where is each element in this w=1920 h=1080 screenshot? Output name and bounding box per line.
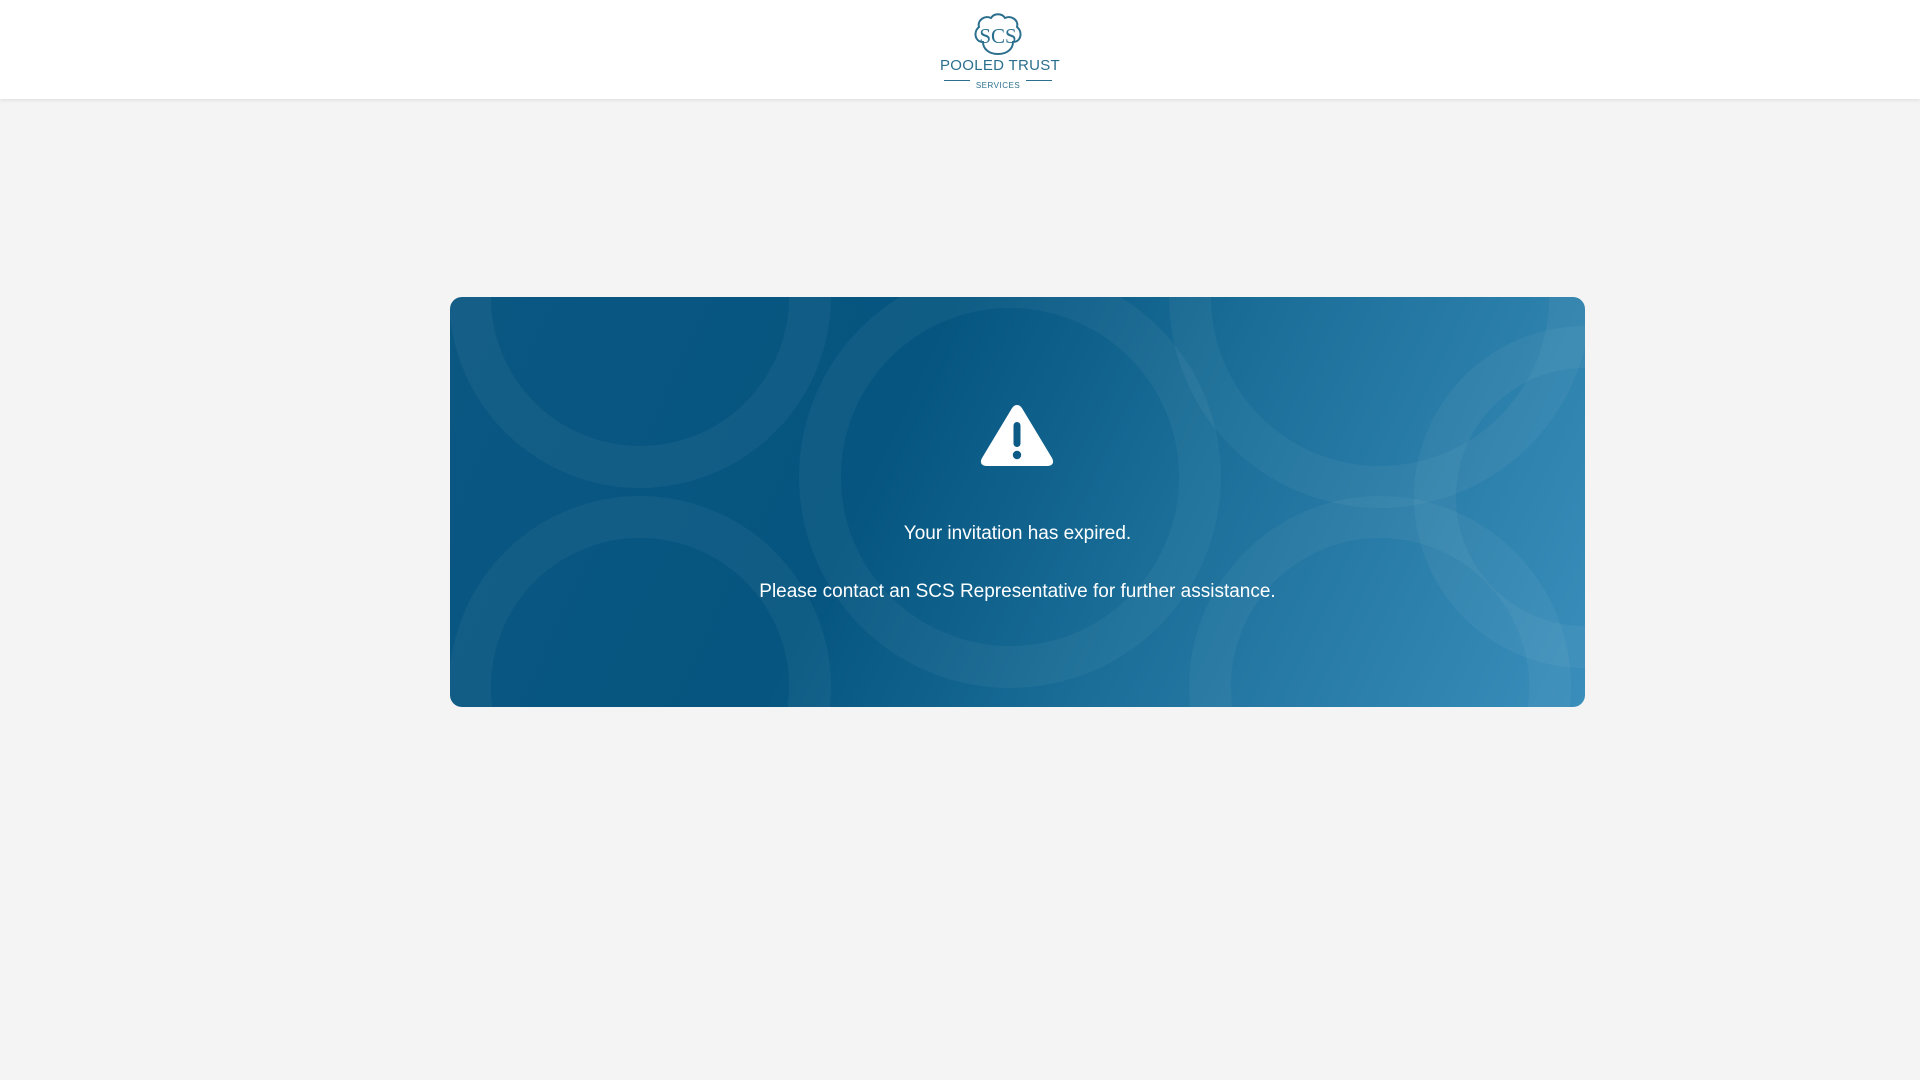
contact-message: Please contact an SCS Representative for… <box>759 581 1276 602</box>
expired-title: Your invitation has expired. <box>903 523 1132 544</box>
logo-line2-wrap: SERVICES <box>940 75 1056 90</box>
logo-line2: SERVICES <box>975 81 1021 90</box>
card-background-pattern <box>450 297 1585 707</box>
scs-monogram-icon: SCS <box>974 13 1022 56</box>
logo-line1: POOLED TRUST <box>940 57 1061 74</box>
logo-monogram: SCS <box>979 24 1016 48</box>
notice-card: Your invitation has expired. Please cont… <box>450 297 1585 707</box>
scs-pooled-trust-logo[interactable]: SCS POOLED TRUST SERVICES <box>940 12 1061 90</box>
warning-triangle-icon <box>980 405 1054 466</box>
top-header: SCS POOLED TRUST SERVICES <box>0 0 1920 99</box>
